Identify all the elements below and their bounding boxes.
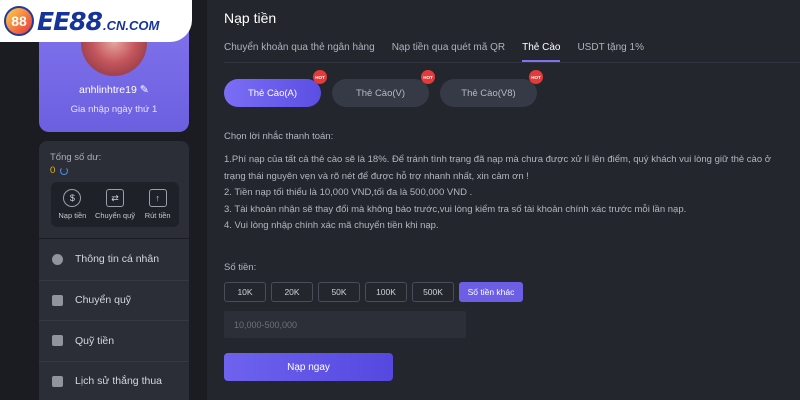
- amount-100k-button[interactable]: 100K: [365, 282, 407, 302]
- channel-card-v8[interactable]: Thẻ Cào(V8) HOT: [440, 70, 543, 107]
- deposit-panel: Nạp tiền Chuyển khoản qua thẻ ngân hàng …: [207, 0, 800, 400]
- sidebar-item-label: Thông tin cá nhân: [75, 253, 160, 266]
- tab-scratch-card[interactable]: Thẻ Cào: [522, 42, 561, 62]
- balance-card: Tổng số dư: 0 $ Nạp tiền ⇄ Chuyển quỹ ↑ …: [39, 141, 189, 238]
- sidebar-item-fund[interactable]: Quỹ tiền: [39, 320, 189, 361]
- amount-500k-button[interactable]: 500K: [412, 282, 454, 302]
- pencil-icon[interactable]: ✎: [140, 84, 149, 96]
- sidebar-item-label: Quỹ tiền: [75, 334, 115, 347]
- sidebar-item-history[interactable]: Lịch sử thắng thua: [39, 360, 189, 400]
- other-amount-button[interactable]: Số tiền khác: [459, 282, 523, 302]
- sidebar-item-transfer[interactable]: Chuyển quỹ: [39, 279, 189, 321]
- balance-value: 0: [50, 165, 56, 176]
- join-text: Gia nhập ngày thứ 1: [70, 104, 158, 115]
- channel-label: Thẻ Cào(V): [355, 87, 406, 99]
- channel-label: Thẻ Cào(V8): [461, 87, 516, 99]
- note-item: 1.Phí nạp của tất cả thẻ cào sẽ là 18%. …: [224, 154, 771, 182]
- tab-usdt[interactable]: USDT tặng 1%: [577, 42, 644, 62]
- tabs-divider: [224, 62, 800, 63]
- card-channel-tabs: Thẻ Cào(A) HOT Thẻ Cào(V) HOT Thẻ Cào(V8…: [224, 70, 543, 107]
- quick-action-label: Rút tiền: [144, 211, 171, 220]
- history-icon: [52, 375, 63, 387]
- amount-input[interactable]: [224, 311, 466, 338]
- tab-qr[interactable]: Nạp tiền qua quét mã QR: [392, 42, 505, 62]
- channel-label: Thẻ Cào(A): [247, 87, 298, 99]
- hot-badge: HOT: [529, 70, 543, 84]
- tab-bank-transfer[interactable]: Chuyển khoản qua thẻ ngân hàng: [224, 42, 375, 62]
- balance-label: Tổng số dư:: [50, 152, 102, 163]
- user-icon: [52, 253, 63, 265]
- sidebar-menu: Thông tin cá nhân Chuyển quỹ Quỹ tiền Lị…: [39, 239, 189, 400]
- balance-value-row: 0: [50, 165, 69, 176]
- wallet-icon: [52, 294, 63, 306]
- deposit-now-button[interactable]: Nạp ngay: [224, 353, 393, 381]
- amount-label: Số tiền:: [224, 262, 257, 273]
- quick-action-label: Nạp tiền: [58, 211, 87, 220]
- note-item: 2. Tiền nạp tối thiểu là 10,000 VND,tối …: [224, 187, 473, 198]
- channel-card-v[interactable]: Thẻ Cào(V) HOT: [332, 70, 435, 107]
- hot-badge: HOT: [313, 70, 327, 84]
- wallet-icon: ⇄: [105, 189, 124, 207]
- deposit-icon: $: [63, 189, 82, 207]
- logo-domain: .CN.COM: [102, 17, 160, 33]
- amount-options: 10K 20K 50K 100K 500K Số tiền khác: [224, 282, 523, 302]
- amount-50k-button[interactable]: 50K: [318, 282, 360, 302]
- payment-notes: 1.Phí nạp của tất cả thẻ cào sẽ là 18%. …: [224, 152, 779, 235]
- quick-action-transfer[interactable]: ⇄ Chuyển quỹ: [95, 189, 135, 220]
- quick-actions: $ Nạp tiền ⇄ Chuyển quỹ ↑ Rút tiền: [51, 182, 179, 227]
- note-item: 3. Tài khoản nhận sẽ thay đổi mà không b…: [224, 203, 687, 215]
- username: anhlinhtre19: [78, 84, 137, 96]
- sidebar-item-profile[interactable]: Thông tin cá nhân: [39, 239, 189, 280]
- deposit-method-tabs: Chuyển khoản qua thẻ ngân hàng Nạp tiền …: [224, 42, 644, 62]
- sidebar-item-label: Chuyển quỹ: [75, 294, 132, 307]
- amount-10k-button[interactable]: 10K: [224, 282, 266, 302]
- quick-action-label: Chuyển quỹ: [94, 211, 135, 220]
- amount-20k-button[interactable]: 20K: [271, 282, 313, 302]
- hot-badge: HOT: [421, 70, 435, 84]
- refresh-icon[interactable]: [60, 166, 69, 175]
- note-item: 4. Vui lòng nhập chính xác mã chuyển tiề…: [224, 220, 439, 231]
- sidebar-item-label: Lịch sử thắng thua: [75, 375, 163, 388]
- quick-action-withdraw[interactable]: ↑ Rút tiền: [138, 189, 178, 220]
- channel-card-a[interactable]: Thẻ Cào(A) HOT: [224, 70, 327, 107]
- logo-mark-icon: 88: [4, 6, 34, 36]
- quick-action-deposit[interactable]: $ Nạp tiền: [52, 189, 92, 220]
- site-logo[interactable]: 88 EE88 .CN.COM: [0, 0, 192, 42]
- notes-title: Chọn lời nhắc thanh toán:: [224, 131, 334, 142]
- fund-icon: [52, 335, 63, 347]
- withdraw-icon: ↑: [148, 189, 167, 207]
- page-title: Nạp tiền: [224, 10, 277, 26]
- username-row: anhlinhtre19 ✎: [39, 83, 189, 96]
- logo-text: EE88: [37, 6, 103, 36]
